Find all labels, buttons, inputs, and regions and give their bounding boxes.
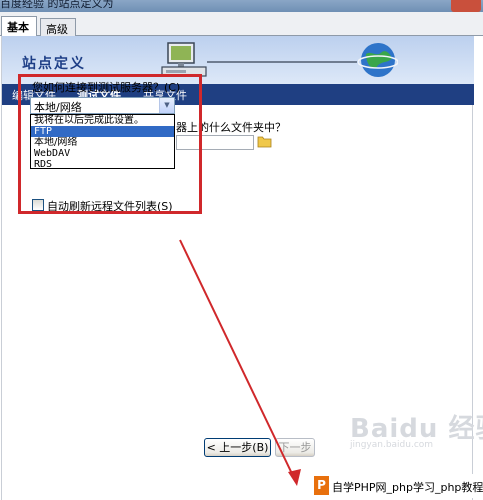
network-cable	[207, 61, 357, 63]
banner-title: 站点定义	[22, 56, 86, 72]
close-window-button[interactable]	[451, 0, 481, 12]
tab-advanced[interactable]: 高级	[40, 18, 76, 37]
window-title: 百度经验 的站点定义为	[0, 0, 114, 10]
tab-strip: 基本 高级	[0, 12, 483, 37]
tab-basic[interactable]: 基本	[1, 16, 37, 37]
corner-banner-text: 自学PHP网_php学习_php教程	[332, 481, 483, 494]
annotation-highlight-box	[18, 74, 202, 214]
baidu-watermark-url: jingyan.baidu.com	[350, 440, 434, 450]
site-corner-banner: P 自学PHP网_php学习_php教程	[312, 474, 483, 498]
next-button[interactable]: 下一步	[275, 438, 315, 457]
globe-icon	[358, 43, 398, 77]
prev-button[interactable]: < 上一步(B)	[204, 438, 271, 457]
browse-folder-icon[interactable]	[257, 135, 272, 148]
window-titlebar: 百度经验 的站点定义为	[0, 0, 483, 12]
php-site-logo-icon: P	[314, 476, 329, 495]
